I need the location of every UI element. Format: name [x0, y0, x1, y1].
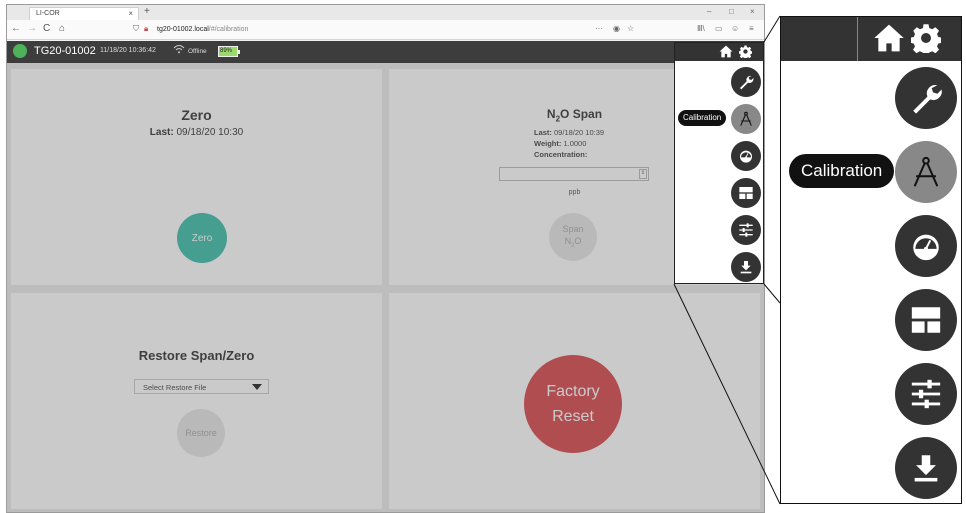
side-menu: Calibration: [674, 42, 764, 284]
shield-icon: ⛉: [133, 24, 139, 33]
bookmark-star-icon[interactable]: ☆: [627, 24, 634, 33]
span-title-rest: O Span: [560, 107, 603, 121]
span-weight-label: Weight:: [534, 139, 562, 148]
restore-select-placeholder: Select Restore File: [143, 383, 207, 392]
concentration-input[interactable]: ⇕: [499, 167, 649, 181]
home-icon[interactable]: [719, 45, 733, 63]
wifi-icon: [173, 44, 185, 57]
layout-icon[interactable]: [731, 178, 761, 208]
pocket-icon[interactable]: ◉: [613, 24, 620, 33]
zero-card: Zero Last: 09/18/20 10:30 Zero: [11, 69, 382, 285]
new-tab-button[interactable]: +: [144, 6, 150, 17]
gear-icon[interactable]: [738, 45, 753, 63]
compass-icon[interactable]: [895, 141, 957, 203]
wrench-icon[interactable]: [731, 67, 761, 97]
insecure-lock-icon: 🔒︎: [144, 24, 149, 33]
page-actions-icon[interactable]: ···: [595, 24, 603, 33]
download-icon[interactable]: [895, 437, 957, 499]
span-button[interactable]: Span N2O: [549, 213, 597, 261]
back-button[interactable]: ←: [11, 23, 21, 34]
restore-file-select[interactable]: Select Restore File: [134, 379, 269, 394]
battery-icon: 89%: [218, 46, 240, 57]
span-concentration-label: Concentration:: [534, 150, 588, 159]
sliders-icon[interactable]: [895, 363, 957, 425]
address-bar[interactable]: tg20-01002.local/#/calibration: [157, 23, 657, 37]
url-host: tg20-01002.local: [157, 26, 209, 33]
spinner-icon[interactable]: ⇕: [639, 169, 647, 179]
restore-card: Restore Span/Zero Select Restore File Re…: [11, 293, 382, 509]
calibration-page: Zero Last: 09/18/20 10:30 Zero N2O Span …: [7, 63, 764, 512]
span-title-main: N: [546, 107, 556, 121]
sliders-icon[interactable]: [731, 215, 761, 245]
home-button[interactable]: ⌂: [59, 23, 65, 34]
span-info: Last: 09/18/20 10:39 Weight: 1.0000 Conc…: [534, 127, 604, 160]
reload-button[interactable]: C: [43, 23, 50, 34]
side-menu-zoomed-header: [781, 17, 961, 61]
factory-line1: Factory: [546, 383, 600, 400]
sidebar-icon[interactable]: ▭: [715, 24, 723, 33]
minimize-button[interactable]: –: [707, 7, 711, 16]
device-name: TG20-01002: [34, 45, 96, 57]
side-menu-header: [675, 43, 763, 61]
tab-close-icon[interactable]: ×: [128, 9, 133, 18]
span-button-line1: Span: [562, 223, 584, 234]
span-button-rest: O: [574, 235, 582, 246]
navigation-bar: ← → C ⌂ ⛉ 🔒︎ tg20-01002.local/#/calibrat…: [7, 20, 764, 40]
restore-button[interactable]: Restore: [177, 409, 225, 457]
maximize-button[interactable]: □: [729, 7, 734, 16]
home-icon[interactable]: [873, 23, 905, 58]
tab-bar: LI-COR × + – □ ×: [7, 5, 764, 20]
factory-reset-card: Factory Reset: [389, 293, 760, 509]
span-weight-value: 1.0000: [563, 139, 587, 148]
wrench-icon[interactable]: [895, 67, 957, 129]
zero-title: Zero: [181, 107, 212, 123]
side-menu-zoomed: Calibration: [780, 16, 962, 504]
battery-level: 89%: [220, 48, 233, 54]
library-icon[interactable]: Ⅲ\: [697, 24, 705, 33]
calibration-tooltip: Calibration: [789, 154, 895, 188]
menu-icon[interactable]: ≡: [749, 24, 754, 33]
browser-window: LI-COR × + – □ × ← → C ⌂ ⛉ 🔒︎ tg20-01002…: [6, 4, 765, 513]
device-timestamp: 11/18/20 10:36:42: [100, 47, 156, 54]
compass-icon[interactable]: [731, 104, 761, 134]
chevron-down-icon: [252, 384, 262, 390]
header-divider: [857, 17, 858, 61]
zero-last-label: Last:: [149, 127, 174, 138]
calibration-tooltip: Calibration: [678, 110, 727, 126]
layout-icon[interactable]: [895, 289, 957, 351]
factory-line2: Reset: [552, 408, 594, 425]
gauge-icon[interactable]: [895, 215, 957, 277]
zero-last-value: 09/18/20 10:30: [176, 127, 244, 138]
browser-tab[interactable]: LI-COR ×: [29, 7, 139, 20]
account-icon[interactable]: ☺: [731, 24, 739, 33]
span-last-label: Last:: [534, 128, 552, 137]
network-status: Offline: [188, 48, 207, 55]
restore-title: Restore Span/Zero: [138, 348, 255, 363]
app-header: TG20-01002 11/18/20 10:36:42 Offline 89%: [7, 41, 764, 63]
tab-title: LI-COR: [36, 10, 60, 17]
forward-button[interactable]: →: [27, 23, 37, 34]
factory-reset-button[interactable]: Factory Reset: [524, 355, 622, 453]
url-path: /#/calibration: [208, 26, 249, 33]
gauge-icon[interactable]: [731, 141, 761, 171]
zero-last: Last: 09/18/20 10:30: [11, 127, 382, 138]
download-icon[interactable]: [731, 252, 761, 282]
span-last-value: 09/18/20 10:39: [554, 128, 605, 137]
close-window-button[interactable]: ×: [750, 7, 755, 16]
zero-button[interactable]: Zero: [177, 213, 227, 263]
status-indicator: [13, 44, 27, 58]
gear-icon[interactable]: [910, 23, 942, 58]
